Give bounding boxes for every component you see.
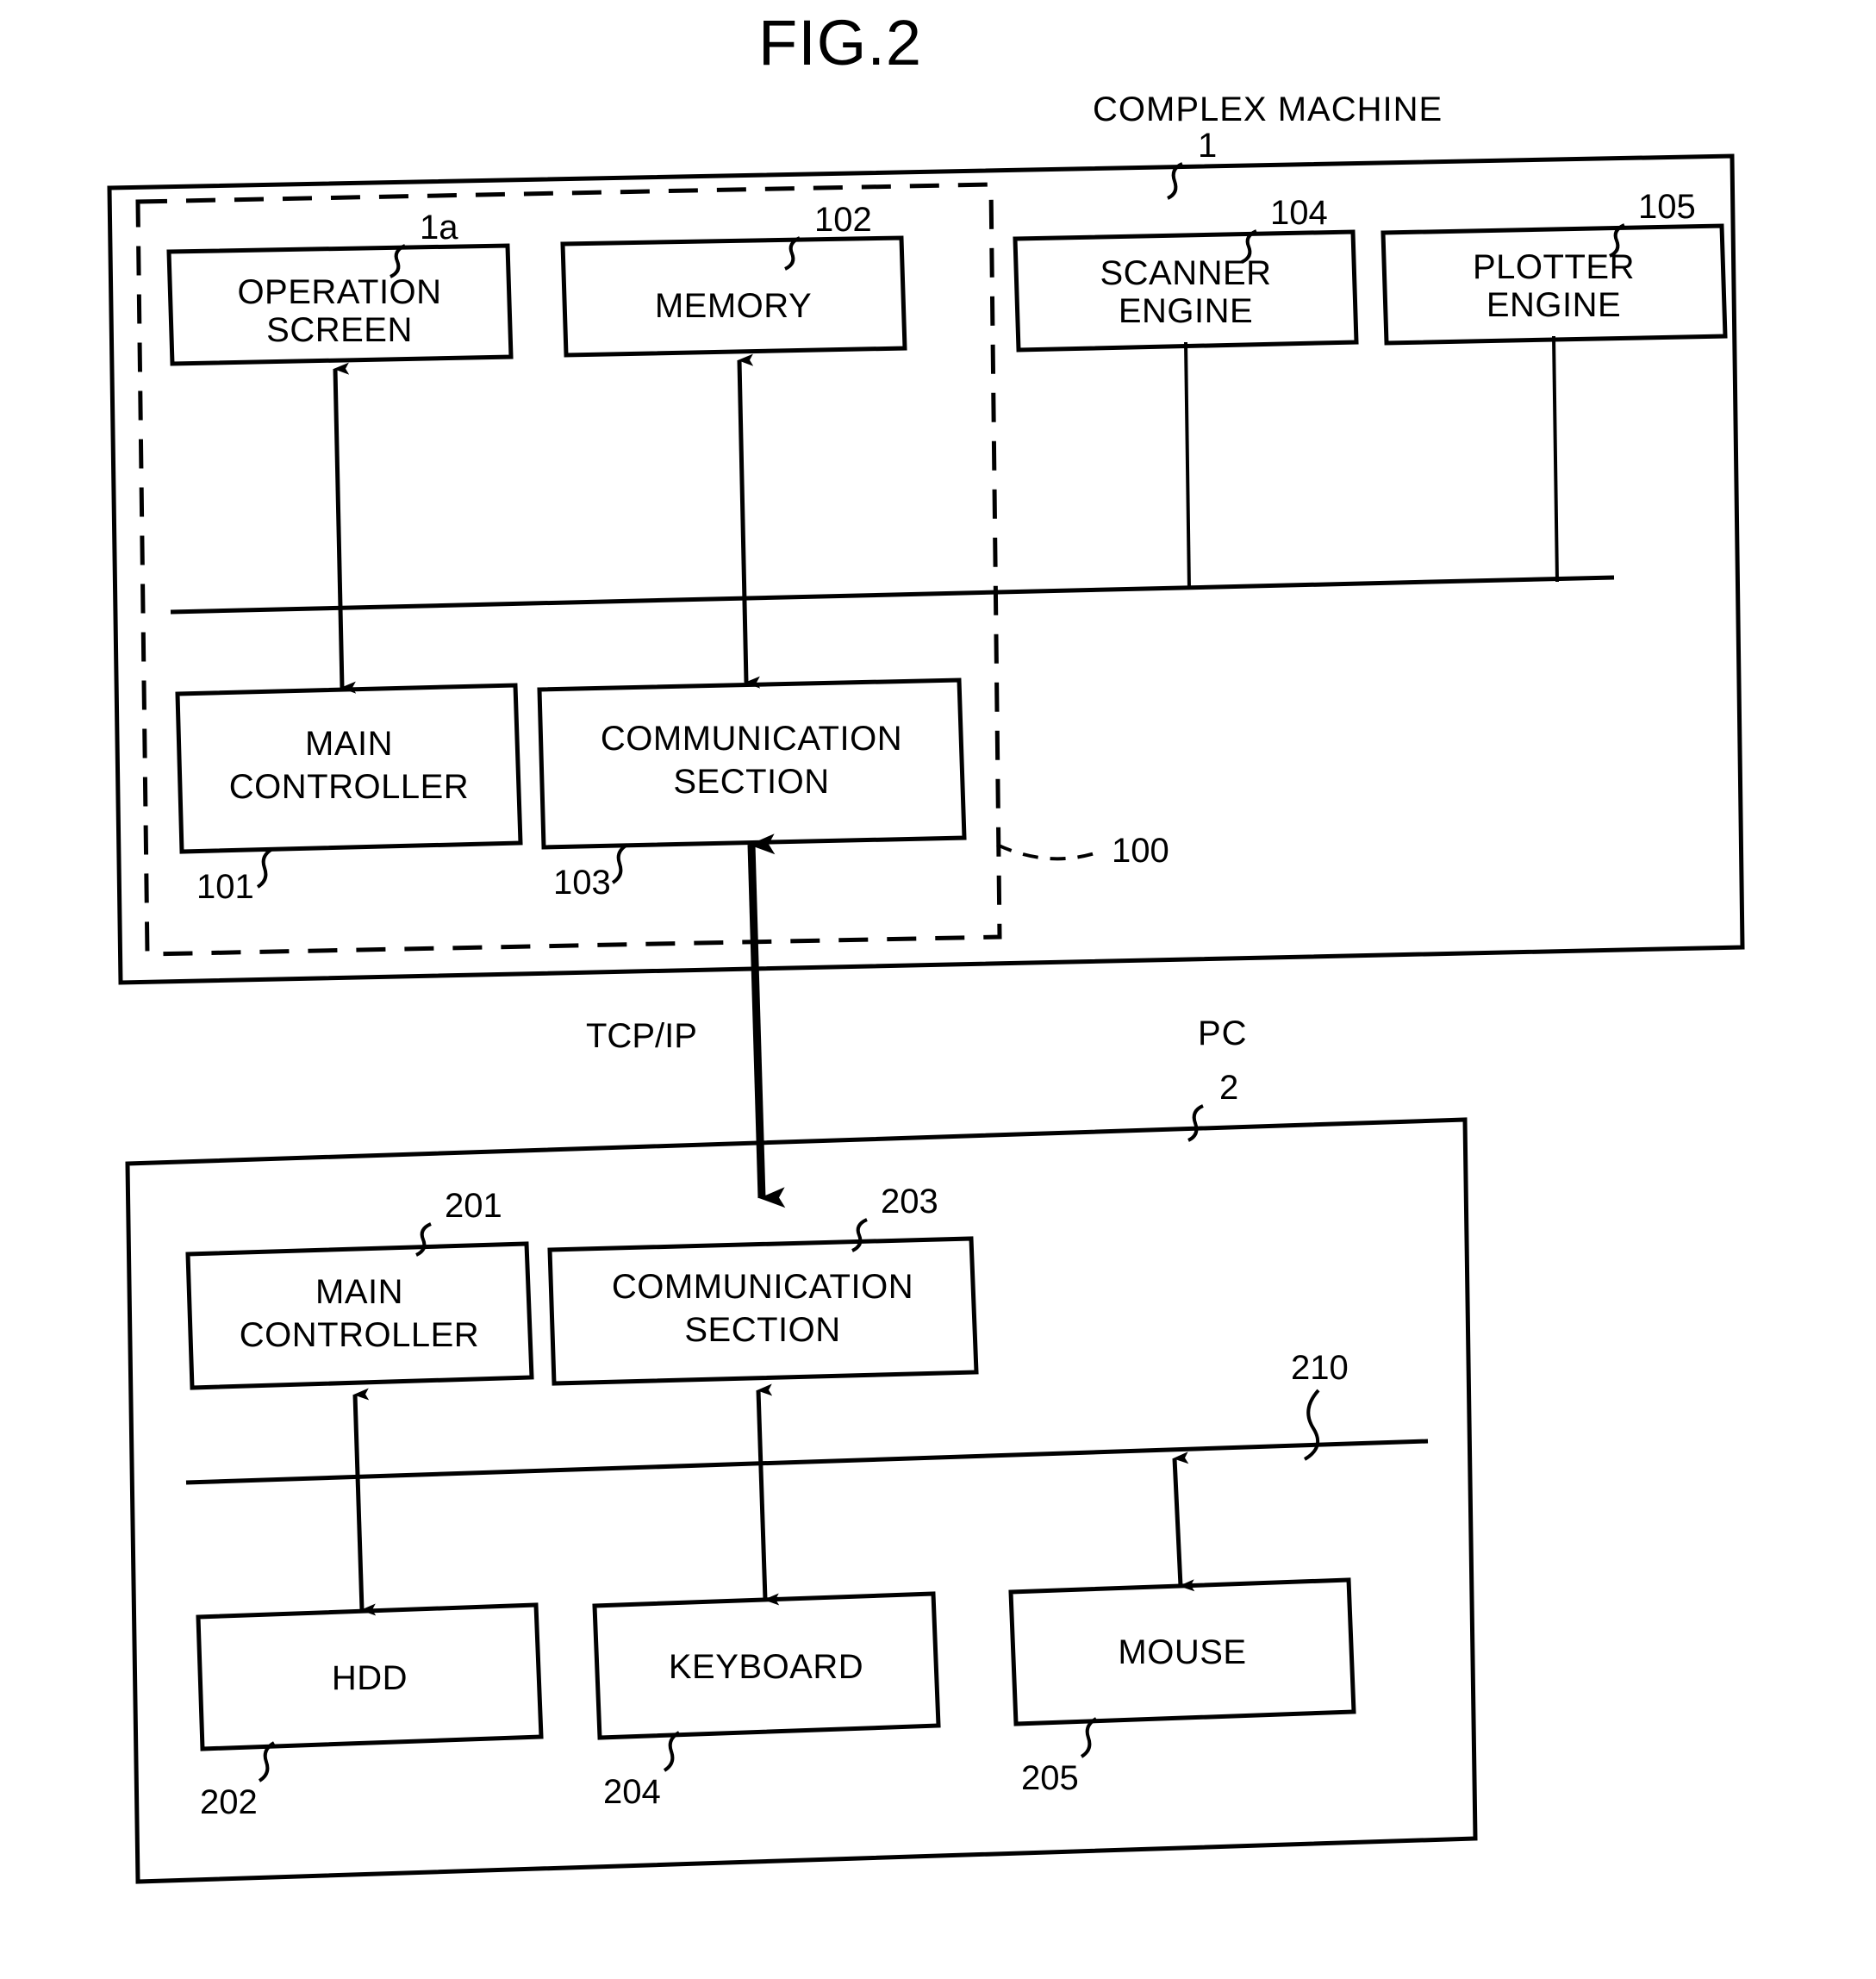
memory-controller-arrow xyxy=(737,353,761,689)
pc-bus-mouse-arrow xyxy=(1172,1451,1195,1592)
pc-communication-section-ref: 203 xyxy=(881,1183,938,1220)
keyboard-ref: 204 xyxy=(603,1773,661,1811)
pc-main-controller-label-line2: CONTROLLER xyxy=(240,1316,479,1354)
complex-machine-bus xyxy=(170,575,1615,615)
pc-ref: 2 xyxy=(1219,1069,1238,1107)
main-controller-ref: 101 xyxy=(196,868,254,906)
pc-bus-ref: 210 xyxy=(1291,1349,1349,1387)
mouse-ref: 205 xyxy=(1021,1759,1079,1797)
operation-screen-controller-arrow xyxy=(333,362,357,694)
communication-section-label-line1: COMMUNICATION xyxy=(601,720,902,758)
pc-controller-hdd-arrow xyxy=(352,1388,377,1616)
scanner-engine-label-line2: ENGINE xyxy=(1119,292,1253,330)
main-controller-label-line1: MAIN xyxy=(305,725,393,763)
pc-boundary xyxy=(125,1117,1478,1884)
controller-group-ref: 100 xyxy=(1112,832,1169,870)
pc-bus xyxy=(185,1439,1429,1485)
communication-section-label-line2: SECTION xyxy=(673,763,829,801)
pc-bus-leader xyxy=(1303,1389,1320,1461)
pc-label: PC xyxy=(1198,1014,1248,1052)
pc-main-controller-ref: 201 xyxy=(445,1187,502,1225)
pc-main-controller-label-line1: MAIN xyxy=(315,1273,403,1311)
main-controller-label-line2: CONTROLLER xyxy=(229,768,469,806)
hdd-label: HDD xyxy=(332,1659,408,1697)
figure-canvas: FIG.2 COMPLEX MACHINE 1 100 OPERATION SC… xyxy=(107,7,1745,1884)
hdd-ref: 202 xyxy=(200,1783,258,1821)
scanner-engine-ref: 104 xyxy=(1270,194,1328,232)
main-controller-leader xyxy=(256,847,274,889)
tcpip-label: TCP/IP xyxy=(586,1017,697,1055)
operation-screen-label-line1: OPERATION xyxy=(237,273,441,311)
pc-communication-section-label-line1: COMMUNICATION xyxy=(612,1268,913,1306)
page-title: FIG.2 xyxy=(758,7,922,78)
pc-communication-section-label-line2: SECTION xyxy=(684,1311,840,1349)
plotter-engine-label-line2: ENGINE xyxy=(1486,286,1621,324)
pc-communication-keyboard-arrow xyxy=(756,1383,780,1606)
plotter-engine-ref: 105 xyxy=(1638,188,1696,226)
scanner-engine-bus-link xyxy=(1184,341,1191,590)
memory-label: MEMORY xyxy=(655,287,812,325)
memory-ref: 102 xyxy=(814,201,872,239)
complex-machine-ref: 1 xyxy=(1198,127,1217,165)
keyboard-label: KEYBOARD xyxy=(669,1648,863,1686)
mouse-leader xyxy=(1080,1717,1098,1758)
keyboard-leader xyxy=(663,1731,681,1772)
operation-screen-ref: 1a xyxy=(420,209,458,247)
operation-screen-label-line2: SCREEN xyxy=(266,311,413,349)
communication-section-leader xyxy=(611,843,629,884)
plotter-engine-bus-link xyxy=(1552,335,1559,583)
complex-machine-label: COMPLEX MACHINE xyxy=(1093,91,1443,128)
mouse-label: MOUSE xyxy=(1118,1633,1246,1671)
communication-section-ref: 103 xyxy=(553,864,611,902)
pc-leader xyxy=(1187,1104,1204,1142)
patent-figure-page: FIG.2 COMPLEX MACHINE 1 100 OPERATION SC… xyxy=(0,0,1876,1979)
controller-group-leader xyxy=(996,843,1101,861)
